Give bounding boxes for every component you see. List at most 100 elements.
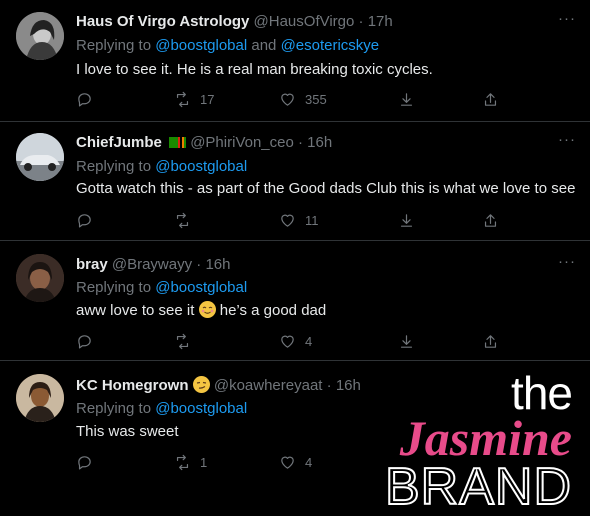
watermark-the: the xyxy=(511,367,573,419)
replying-to: Replying to @boostglobal xyxy=(76,158,247,175)
display-name[interactable]: bray xyxy=(76,256,108,273)
retweet-count: 1 xyxy=(200,455,208,470)
separator-dot: · xyxy=(326,377,332,394)
reply-button[interactable] xyxy=(76,454,93,471)
relieved-face-emoji-icon xyxy=(198,301,216,318)
like-button[interactable]: 355 xyxy=(279,91,327,108)
tweet-text: I love to see it. He is a real man break… xyxy=(76,61,433,78)
tweet-header: KC Homegrown @koawhereyaat · 16h xyxy=(76,376,361,394)
reply-button[interactable] xyxy=(76,91,93,108)
like-count: 4 xyxy=(305,455,313,470)
download-icon xyxy=(400,93,413,106)
share-button[interactable] xyxy=(482,333,499,350)
avatar[interactable] xyxy=(16,374,64,422)
replying-to: Replying to @boostglobal xyxy=(76,279,247,296)
share-icon xyxy=(484,93,497,106)
heart-icon xyxy=(281,214,294,227)
heart-icon xyxy=(281,335,294,348)
mention-link[interactable]: @boostglobal xyxy=(155,279,247,296)
timestamp[interactable]: 17h xyxy=(368,13,393,30)
display-name[interactable]: ChiefJumbe xyxy=(76,134,162,151)
the-jasmine-brand-watermark: the Jasmine BRAND xyxy=(372,367,573,516)
reply-button[interactable] xyxy=(76,212,93,229)
reply-icon xyxy=(78,335,91,349)
avatar[interactable] xyxy=(16,133,64,181)
like-count: 355 xyxy=(305,92,327,107)
tweet-text-part: aww love to see it xyxy=(76,302,195,319)
heart-icon xyxy=(281,456,294,469)
reply-button[interactable] xyxy=(76,333,93,350)
bookmark-button[interactable] xyxy=(398,333,415,350)
retweet-button[interactable] xyxy=(174,212,191,229)
retweet-icon xyxy=(176,454,189,471)
user-handle[interactable]: @HausOfVirgo xyxy=(254,13,355,30)
retweet-button[interactable]: 17 xyxy=(174,91,214,108)
tweet-text: This was sweet xyxy=(76,423,179,440)
watermark-jasmine: Jasmine xyxy=(399,410,572,466)
avatar[interactable] xyxy=(16,12,64,60)
watermark-brand: BRAND xyxy=(384,458,572,516)
tweet[interactable]: bray @Braywayy · 16h ··· Replying to @bo… xyxy=(0,240,590,361)
download-icon xyxy=(400,214,413,227)
replying-to: Replying to @boostglobal and @esotericsk… xyxy=(76,37,379,54)
avatar[interactable] xyxy=(16,254,64,302)
share-button[interactable] xyxy=(482,91,499,108)
retweet-icon xyxy=(176,91,189,108)
replying-to: Replying to @boostglobal xyxy=(76,400,247,417)
replying-conjunction: and xyxy=(251,37,277,54)
tweet-text: Gotta watch this - as part of the Good d… xyxy=(76,180,576,197)
reply-icon xyxy=(78,93,91,107)
replying-to-label: Replying to xyxy=(76,37,152,54)
retweet-count: 17 xyxy=(200,92,215,107)
tweet[interactable]: Haus Of Virgo Astrology @HausOfVirgo · 1… xyxy=(0,0,590,122)
user-handle[interactable]: @PhiriVon_ceo xyxy=(190,134,294,151)
like-button[interactable]: 4 xyxy=(279,454,312,471)
bookmark-button[interactable] xyxy=(398,91,415,108)
more-options-icon[interactable]: ··· xyxy=(558,131,576,148)
replying-to-label: Replying to xyxy=(76,158,152,175)
tweet-actions: 17 355 xyxy=(76,91,516,111)
retweet-button[interactable] xyxy=(174,333,191,350)
tweet-text: aww love to see it he’s a good dad xyxy=(76,301,326,319)
more-options-icon[interactable]: ··· xyxy=(558,253,576,270)
replying-to-label: Replying to xyxy=(76,400,152,417)
separator-dot: · xyxy=(298,134,303,151)
replying-to-label: Replying to xyxy=(76,279,152,296)
timestamp[interactable]: 16h xyxy=(307,134,332,151)
tweet[interactable]: ChiefJumbe @PhiriVon_ceo · 16h ··· Reply… xyxy=(0,121,590,241)
display-name[interactable]: KC Homegrown xyxy=(76,377,189,394)
share-button[interactable] xyxy=(482,212,499,229)
separator-dot: · xyxy=(358,13,364,30)
retweet-icon xyxy=(176,212,189,229)
reply-icon xyxy=(78,456,91,470)
tweet-text-part: he’s a good dad xyxy=(219,302,327,319)
like-button[interactable]: 4 xyxy=(279,333,312,350)
user-handle[interactable]: @Braywayy xyxy=(112,256,192,273)
separator-dot: · xyxy=(196,256,202,273)
display-name[interactable]: Haus Of Virgo Astrology xyxy=(76,13,249,30)
heart-icon xyxy=(281,93,294,106)
timestamp[interactable]: 16h xyxy=(205,256,230,273)
like-button[interactable]: 11 xyxy=(279,212,319,229)
reply-icon xyxy=(78,214,91,228)
smirking-face-emoji-icon xyxy=(192,376,210,393)
download-icon xyxy=(400,335,413,348)
tweet-header: Haus Of Virgo Astrology @HausOfVirgo · 1… xyxy=(76,13,393,30)
retweet-icon xyxy=(176,333,189,350)
tweet-actions: 4 xyxy=(76,333,516,353)
mention-link[interactable]: @boostglobal xyxy=(155,37,247,54)
retweet-button[interactable]: 1 xyxy=(174,454,207,471)
bookmark-button[interactable] xyxy=(398,212,415,229)
zambia-flag-icon xyxy=(169,137,187,148)
mention-link[interactable]: @boostglobal xyxy=(155,400,247,417)
share-icon xyxy=(484,214,497,227)
timestamp[interactable]: 16h xyxy=(336,377,361,394)
mention-link[interactable]: @boostglobal xyxy=(155,158,247,175)
more-options-icon[interactable]: ··· xyxy=(558,10,576,27)
like-count: 4 xyxy=(305,334,313,349)
tweet-header: ChiefJumbe @PhiriVon_ceo · 16h xyxy=(76,134,332,151)
user-handle[interactable]: @koawhereyaat xyxy=(214,377,323,394)
share-icon xyxy=(484,335,497,348)
mention-link[interactable]: @esotericskye xyxy=(281,37,380,54)
tweet-header: bray @Braywayy · 16h xyxy=(76,256,230,273)
